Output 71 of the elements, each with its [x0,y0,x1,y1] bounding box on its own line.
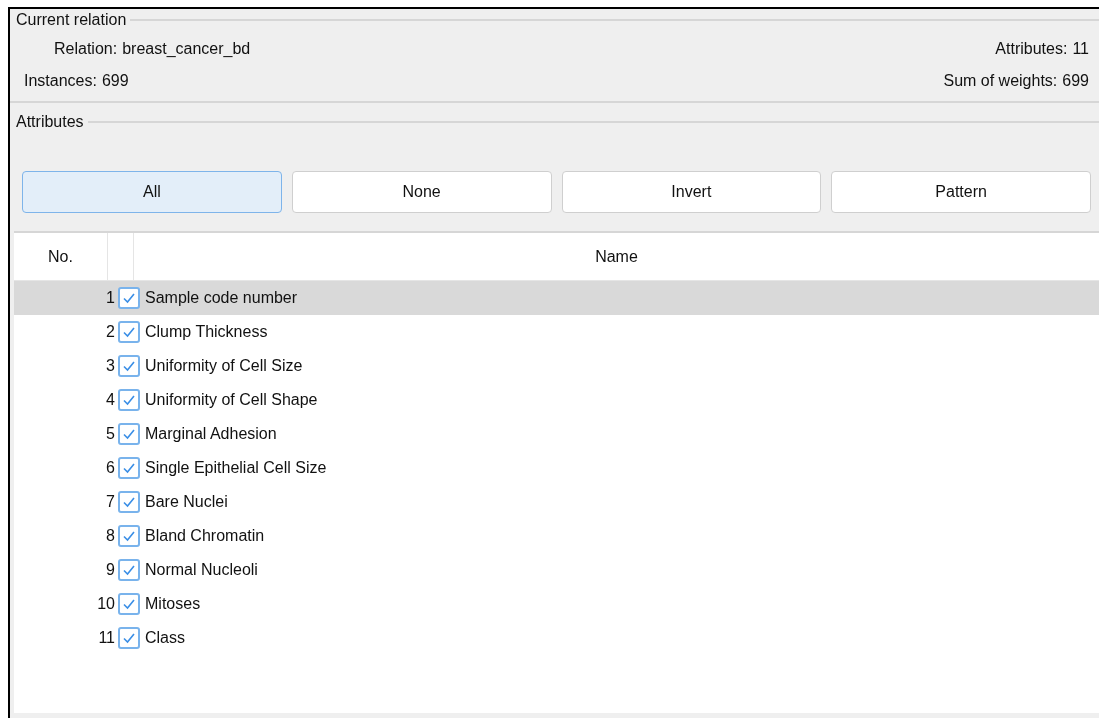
table-row[interactable]: 10 Mitoses [14,587,1099,621]
row-number: 3 [105,356,116,376]
table-row[interactable]: 11 Class [14,621,1099,655]
check-icon [122,598,136,610]
section-title: Current relation [16,10,127,30]
attribute-name: Uniformity of Cell Shape [145,390,318,410]
checkbox[interactable] [118,593,140,615]
checkbox[interactable] [118,627,140,649]
select-button[interactable]: Invert [561,171,822,213]
attribute-name: Clump Thickness [145,322,268,342]
instances-label: Instances: [24,71,97,91]
attribute-name: Marginal Adhesion [145,424,277,444]
checkbox[interactable] [118,389,140,411]
checkbox[interactable] [118,525,140,547]
row-number: 9 [105,560,116,580]
instances-value: 699 [101,71,129,91]
table-row[interactable]: 4 Uniformity of Cell Shape [14,383,1099,417]
column-header[interactable]: No. [14,233,108,280]
check-icon [122,394,136,406]
table-row[interactable]: 9 Normal Nucleoli [14,553,1099,587]
checkbox[interactable] [118,423,140,445]
select-button[interactable]: None [291,171,552,213]
check-icon [122,530,136,542]
table-row[interactable]: 3 Uniformity of Cell Size [14,349,1099,383]
select-button[interactable]: All [22,171,282,213]
attribute-name: Bare Nuclei [145,492,228,512]
checkbox[interactable] [118,321,140,343]
checkbox[interactable] [118,355,140,377]
table-row[interactable]: 6 Single Epithelial Cell Size [14,451,1099,485]
table-row[interactable]: 2 Clump Thickness [14,315,1099,349]
check-icon [122,428,136,440]
check-icon [122,292,136,304]
table-row[interactable]: 7 Bare Nuclei [14,485,1099,519]
row-number: 4 [105,390,116,410]
check-icon [122,496,136,508]
checkbox[interactable] [118,287,140,309]
row-number: 8 [105,526,116,546]
attributes-value: 11 [1072,39,1089,59]
attribute-name: Sample code number [145,288,298,308]
checkbox[interactable] [118,491,140,513]
check-icon [122,564,136,576]
table-row[interactable]: 8 Bland Chromatin [14,519,1099,553]
relation-label: Relation: [54,39,118,59]
check-icon [122,326,136,338]
attribute-name: Bland Chromatin [145,526,265,546]
table-row[interactable]: 1 Sample code number [14,281,1099,315]
attribute-name: Uniformity of Cell Size [145,356,303,376]
check-icon [122,632,136,644]
row-number: 11 [97,628,116,648]
attribute-name: Mitoses [145,594,201,614]
column-header[interactable]: Name [134,233,1099,280]
row-number: 10 [96,594,116,614]
checkbox[interactable] [118,559,140,581]
check-icon [122,462,136,474]
row-number: 1 [105,288,116,308]
row-number: 6 [105,458,116,478]
row-number: 5 [105,424,116,444]
sum-of-weights-label: Sum of weights: [943,71,1058,91]
checkbox[interactable] [118,457,140,479]
row-number: 2 [105,322,116,342]
sum-of-weights-value: 699 [1062,71,1089,91]
attribute-name: Class [145,628,185,648]
attributes-label: Attributes: [995,39,1068,59]
check-icon [122,360,136,372]
attribute-name: Normal Nucleoli [145,560,258,580]
section-title: Attributes [16,112,84,132]
select-button[interactable]: Pattern [831,171,1091,213]
table-row[interactable]: 5 Marginal Adhesion [14,417,1099,451]
attribute-name: Single Epithelial Cell Size [145,458,327,478]
relation-value: breast_cancer_bd [122,39,251,59]
row-number: 7 [105,492,116,512]
